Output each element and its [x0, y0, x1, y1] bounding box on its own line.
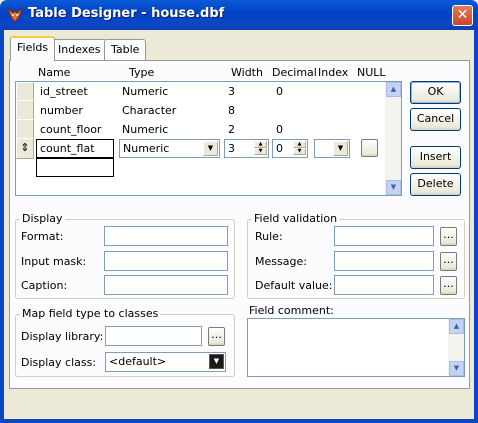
field-type-value: Numeric	[123, 142, 170, 155]
column-header-index: Index	[318, 66, 349, 79]
field-index-select[interactable]: ▼	[314, 139, 350, 158]
insert-button[interactable]: Insert	[410, 146, 461, 169]
tab-indexes[interactable]: Indexes	[51, 39, 108, 60]
input-mask-label: Input mask:	[21, 255, 87, 268]
field-validation-title: Field validation	[252, 212, 340, 225]
display-group-title: Display	[20, 212, 65, 225]
scroll-down-icon[interactable]: ▼	[449, 361, 464, 376]
default-value-label: Default value:	[255, 279, 333, 292]
column-header-width: Width	[231, 66, 263, 79]
field-name-cell[interactable]: id_street	[40, 85, 88, 98]
field-decimal-cell[interactable]: 0	[276, 123, 283, 136]
cancel-button[interactable]: Cancel	[410, 108, 461, 131]
tab-indexes-label: Indexes	[58, 43, 101, 56]
decimal-spin-buttons[interactable]: ▲ ▼	[293, 141, 306, 156]
grid-scrollbar[interactable]	[385, 82, 401, 195]
input-mask-input[interactable]	[104, 251, 228, 271]
window-frame-right	[474, 30, 478, 423]
field-decimal-value: 0	[276, 142, 283, 155]
field-comment-textarea[interactable]	[247, 318, 465, 377]
default-value-builder-button[interactable]: ...	[440, 276, 457, 295]
message-builder-button[interactable]: ...	[440, 252, 457, 271]
display-class-select[interactable]: <default> ▼	[105, 352, 226, 372]
chevron-down-icon[interactable]: ▼	[209, 354, 224, 369]
null-toggle-button[interactable]	[361, 139, 378, 157]
field-name-cell[interactable]: count_floor	[40, 123, 101, 136]
field-width-cell[interactable]: 2	[228, 123, 235, 136]
rule-input[interactable]	[334, 226, 434, 246]
row-marker-icon: ⇕	[20, 141, 30, 154]
scroll-up-icon[interactable]: ▲	[386, 82, 401, 97]
field-type-select[interactable]: Numeric ▼	[119, 139, 220, 158]
ok-button[interactable]: OK	[410, 81, 461, 104]
display-library-browse-button[interactable]: ...	[208, 327, 225, 346]
width-spin-buttons[interactable]: ▲ ▼	[254, 141, 267, 156]
fox-app-icon	[6, 6, 24, 23]
window-frame-bottom	[0, 419, 478, 423]
field-type-cell[interactable]: Numeric	[122, 123, 168, 136]
tab-fields[interactable]: Fields	[10, 36, 56, 61]
map-field-type-title: Map field type to classes	[20, 307, 161, 320]
column-header-null: NULL	[357, 66, 386, 79]
scroll-down-icon[interactable]: ▼	[386, 180, 401, 195]
dialog-bottom-area	[4, 395, 474, 419]
tab-fields-label: Fields	[17, 41, 49, 54]
field-name-input[interactable]: count_flat	[36, 139, 114, 158]
close-icon: ✕	[456, 7, 469, 23]
window-title: Table Designer - house.dbf	[28, 6, 225, 21]
format-label: Format:	[21, 230, 64, 243]
spin-down-icon[interactable]: ▼	[254, 148, 267, 155]
caption-input[interactable]	[104, 275, 228, 295]
tab-table[interactable]: Table	[104, 39, 147, 60]
chevron-down-icon[interactable]: ▼	[203, 141, 218, 156]
row-selector[interactable]	[16, 119, 34, 140]
close-button[interactable]: ✕	[452, 5, 473, 26]
new-field-name-input[interactable]	[36, 158, 114, 177]
field-type-cell[interactable]: Numeric	[122, 85, 168, 98]
spin-up-icon[interactable]: ▲	[254, 141, 267, 148]
window-frame-left	[0, 30, 4, 423]
field-width-value: 3	[228, 142, 235, 155]
rule-builder-button[interactable]: ...	[440, 227, 457, 246]
default-value-input[interactable]	[334, 275, 434, 295]
column-header-type: Type	[129, 66, 155, 79]
field-decimal-cell[interactable]: 0	[276, 85, 283, 98]
display-library-label: Display library:	[21, 330, 104, 343]
scroll-up-icon[interactable]: ▲	[449, 319, 464, 334]
column-header-decimal: Decimal	[272, 66, 317, 79]
display-class-value: <default>	[109, 355, 167, 368]
field-width-cell[interactable]: 8	[228, 104, 235, 117]
current-row-selector[interactable]: ⇕	[16, 138, 34, 159]
tab-table-label: Table	[111, 43, 140, 56]
field-name-cell[interactable]: number	[40, 104, 83, 117]
field-width-spinner[interactable]: 3 ▲ ▼	[224, 139, 269, 158]
rule-label: Rule:	[255, 230, 283, 243]
display-class-label: Display class:	[21, 356, 97, 369]
spin-down-icon[interactable]: ▼	[293, 148, 306, 155]
display-library-input[interactable]	[105, 326, 202, 346]
delete-button[interactable]: Delete	[410, 173, 461, 196]
message-label: Message:	[255, 255, 307, 268]
chevron-down-icon[interactable]: ▼	[333, 141, 348, 156]
field-comment-label: Field comment:	[249, 304, 334, 317]
field-decimal-spinner[interactable]: 0 ▲ ▼	[272, 139, 308, 158]
column-header-name: Name	[38, 66, 71, 79]
spin-up-icon[interactable]: ▲	[293, 141, 306, 148]
message-input[interactable]	[334, 251, 434, 271]
format-input[interactable]	[104, 226, 228, 246]
row-selector[interactable]	[16, 100, 34, 121]
caption-label: Caption:	[21, 279, 68, 292]
field-type-cell[interactable]: Character	[122, 104, 176, 117]
field-width-cell[interactable]: 3	[228, 85, 235, 98]
